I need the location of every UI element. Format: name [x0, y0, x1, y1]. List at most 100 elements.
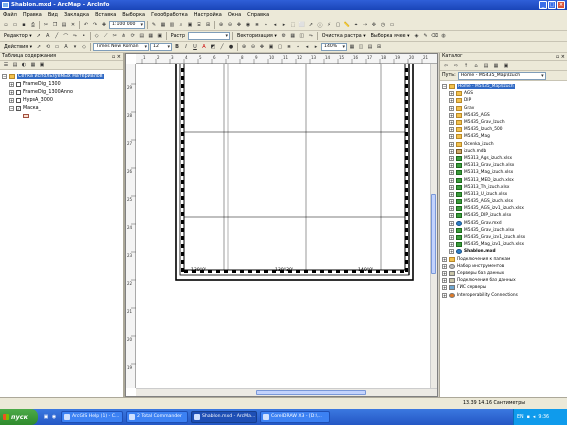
fixed-zoom-in-icon[interactable]: ⋇ — [253, 21, 261, 29]
expand-icon[interactable]: + — [449, 127, 454, 133]
catalog-item[interactable]: + M5313_Mag_izuch.xlsx — [442, 169, 567, 176]
layout-view[interactable]: 1 2 3 4 5 6 7 8 9 10 11 12 13 14 15 16 17 18 19 20 21 29 28 27… — [125, 53, 438, 398]
toc-item-framedig[interactable]: + FrameDig_1300 — [2, 80, 123, 88]
layout-page[interactable]: 139°0' 139°30' 140°0' — [136, 64, 430, 388]
forward-icon[interactable]: ⇨ — [452, 62, 460, 70]
horizontal-scrollbar[interactable] — [136, 388, 437, 396]
font-color-icon[interactable]: A — [200, 43, 208, 51]
catalog-item[interactable]: + Grav — [442, 105, 567, 112]
expand-icon[interactable]: + — [449, 227, 454, 233]
data-driven-pages-icon[interactable]: ⊞ — [375, 43, 383, 51]
catalog-item[interactable]: + M5435_AGS_izv1_izuch.xlsx — [442, 205, 567, 212]
menu-edit[interactable]: Правка — [23, 12, 42, 18]
search-window-icon[interactable]: ⌕ — [177, 21, 185, 29]
expand-icon[interactable]: + — [449, 120, 454, 126]
text-tool-icon[interactable]: A — [62, 43, 70, 51]
add-data-icon[interactable]: ✚ — [100, 21, 108, 29]
task-total-commander[interactable]: 2 Total Commander — [126, 411, 188, 423]
menu-file[interactable]: Файл — [3, 12, 17, 18]
expand-icon[interactable]: + — [449, 155, 454, 161]
catalog-item[interactable]: + Набор инструментов — [442, 263, 567, 270]
expand-icon[interactable]: + — [449, 170, 454, 176]
undo-icon[interactable]: ↶ — [82, 21, 90, 29]
line-color-icon[interactable]: ╱ — [218, 43, 226, 51]
list-by-drawing-order-icon[interactable]: ☰ — [2, 61, 10, 69]
toc-options-icon[interactable]: ▣ — [38, 61, 46, 69]
layout-zoom-out-icon[interactable]: ⊖ — [249, 43, 257, 51]
select-connected-cells-icon[interactable]: ◈ — [413, 32, 421, 40]
catalog-item[interactable]: + M5313_U_izuch.xlsx — [442, 191, 567, 198]
hyperlink-icon[interactable]: ⚡ — [325, 21, 333, 29]
catalog-close-icon[interactable]: ▫ × — [556, 53, 565, 61]
expand-icon[interactable]: + — [449, 199, 454, 205]
point-icon[interactable]: • — [80, 32, 88, 40]
focus-data-frame-icon[interactable]: ◫ — [357, 43, 365, 51]
editor-toolbar-icon[interactable]: ✎ — [150, 21, 158, 29]
expand-icon[interactable]: + — [449, 242, 454, 248]
find-icon[interactable]: ⌖ — [352, 21, 360, 29]
paste-icon[interactable]: ▤ — [60, 21, 68, 29]
goto-xy-icon[interactable]: ✜ — [370, 21, 378, 29]
layout-pan-icon[interactable]: ✥ — [258, 43, 266, 51]
catalog-item[interactable]: + DIP — [442, 97, 567, 104]
expand-icon[interactable]: + — [442, 256, 447, 262]
expand-icon[interactable]: + — [449, 249, 454, 255]
vectorize-settings-icon[interactable]: ⚙ — [280, 32, 288, 40]
show-desktop-icon[interactable]: ▣ — [42, 413, 50, 421]
edit-vertices-icon[interactable]: ◇ — [93, 32, 101, 40]
arctoolbox-icon[interactable]: ▣ — [186, 21, 194, 29]
menu-customize[interactable]: Настройка — [194, 12, 222, 18]
catalog-item[interactable]: + M5435_Grav_izv1_izuch.xlsx — [442, 234, 567, 241]
create-viewer-icon[interactable]: ▭ — [388, 21, 396, 29]
expand-icon[interactable]: + — [449, 163, 454, 169]
list-by-source-icon[interactable]: ▤ — [11, 61, 19, 69]
italic-button[interactable]: I — [182, 43, 190, 51]
expand-icon[interactable]: + — [449, 177, 454, 183]
home-folder-icon[interactable]: ⌂ — [472, 62, 480, 70]
quick-launch-icon[interactable]: ◉ — [50, 413, 58, 421]
edit-annotation-icon[interactable]: A — [44, 32, 52, 40]
toggle-contents-icon[interactable]: ▦ — [492, 62, 500, 70]
location-dropdown[interactable]: Home - M5435_Map\Izuch — [457, 71, 546, 80]
catalog-item[interactable]: + Серверы баз данных — [442, 270, 567, 277]
font-name-dropdown[interactable]: Times New Roman — [93, 43, 150, 51]
create-features-icon[interactable]: ▣ — [156, 32, 164, 40]
toc-window-icon[interactable]: ▦ — [159, 21, 167, 29]
select-elements-arrow-icon[interactable]: ➚ — [35, 43, 43, 51]
cut-polygons-icon[interactable]: ✂ — [111, 32, 119, 40]
toc-item-mask[interactable]: − ✓ Маска_ — [2, 104, 123, 112]
time-slider-icon[interactable]: ◷ — [379, 21, 387, 29]
minimize-button[interactable]: _ — [539, 1, 547, 9]
catalog-item[interactable]: + M5313_Ags_izuch.xlsx — [442, 155, 567, 162]
cut-icon[interactable]: ✂ — [42, 21, 50, 29]
callout-icon[interactable]: ▾ — [71, 43, 79, 51]
cell-selection-menu[interactable]: Выборка ячее ▾ — [369, 34, 412, 39]
catalog-item[interactable]: + M5435_Grav_Izuch — [442, 119, 567, 126]
connect-folder-icon[interactable]: ▤ — [482, 62, 490, 70]
catalog-item[interactable]: + M5435_AGS_izuch.xlsx — [442, 198, 567, 205]
catalog-item[interactable]: + M5435_DIP_izuch.xlsx — [442, 212, 567, 219]
layout-zoom-percent[interactable]: 140% — [321, 43, 348, 51]
vectorization-menu[interactable]: Векторизация ▾ — [235, 34, 279, 39]
expand-icon[interactable]: + — [442, 270, 447, 276]
vertical-scrollbar[interactable] — [430, 64, 437, 388]
split-icon[interactable]: ⋔ — [120, 32, 128, 40]
expand-icon[interactable]: + — [449, 235, 454, 241]
catalog-item[interactable]: + M5435_Izuch_500 — [442, 126, 567, 133]
raster-cleanup-menu[interactable]: Очистка растра ▾ — [320, 34, 368, 39]
vertical-scroll-thumb[interactable] — [431, 194, 436, 274]
expand-icon[interactable]: + — [449, 91, 454, 97]
change-layout-icon[interactable]: ▤ — [366, 43, 374, 51]
catalog-item[interactable]: + M5435_Grav_izuch.xlsx — [442, 227, 567, 234]
actions-menu[interactable]: Действия ▾ — [2, 45, 34, 50]
list-by-visibility-icon[interactable]: ◐ — [20, 61, 28, 69]
catalog-item[interactable]: + M5313_Grav_izuch.xlsx — [442, 162, 567, 169]
expand-icon[interactable]: + — [449, 148, 454, 154]
python-window-icon[interactable]: ⌸ — [195, 21, 203, 29]
copy-icon[interactable]: ❐ — [51, 21, 59, 29]
raster-layer-dropdown[interactable] — [188, 32, 231, 40]
new-icon[interactable]: ▫ — [2, 21, 10, 29]
bold-button[interactable]: B — [173, 43, 181, 51]
fixed-zoom-out-layout-icon[interactable]: ⋆ — [294, 43, 302, 51]
expand-icon[interactable]: + — [449, 134, 454, 140]
